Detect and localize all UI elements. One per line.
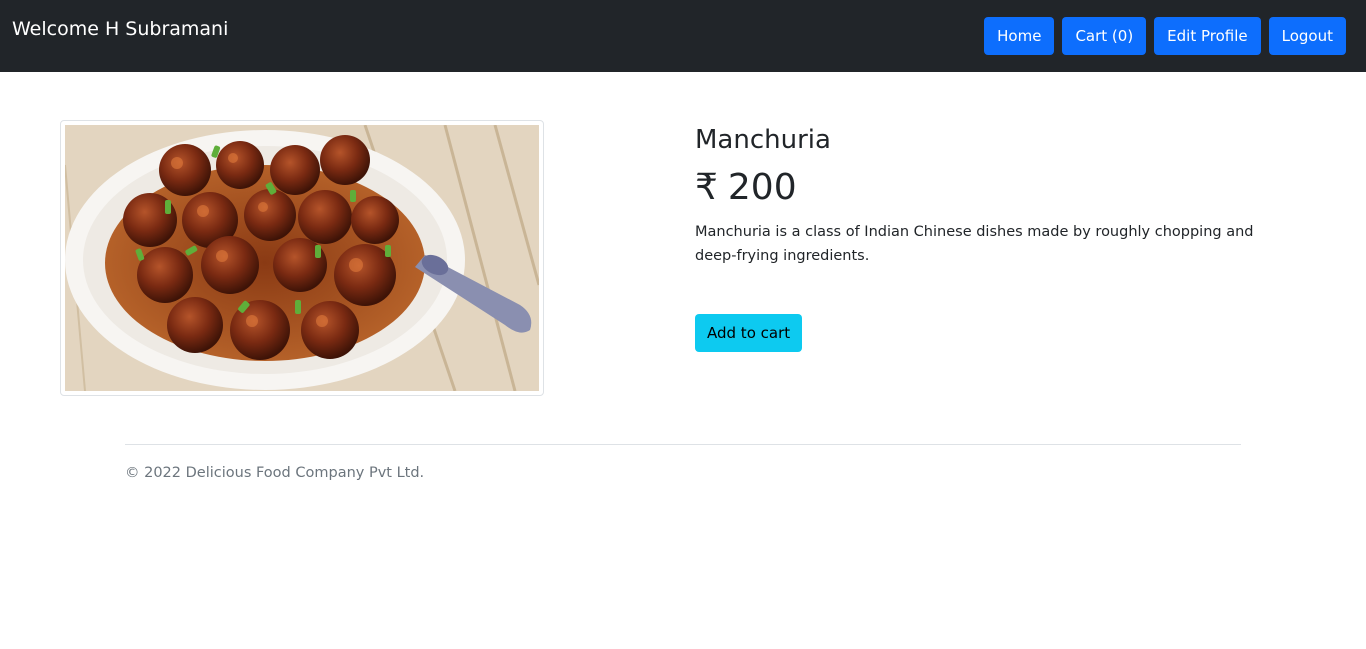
product-price: ₹ 200 [695,164,1295,212]
welcome-brand[interactable]: Welcome H Subramani [12,17,228,41]
product-description: Manchuria is a class of Indian Chinese d… [695,224,1254,264]
edit-profile-button[interactable]: Edit Profile [1154,17,1261,55]
cart-button[interactable]: Cart (0) [1062,17,1147,55]
nav-buttons: Home Cart (0) Edit Profile Logout [984,17,1346,55]
product-image [60,120,544,396]
rupee-icon: ₹ [695,167,718,208]
footer-copyright: © 2022 Delicious Food Company Pvt Ltd. [125,465,425,481]
logout-button[interactable]: Logout [1268,17,1346,55]
manchuria-dish-image [65,125,539,391]
footer-divider [125,444,1241,445]
home-button[interactable]: Home [984,17,1055,55]
top-navbar: Welcome H Subramani Home Cart (0) Edit P… [0,0,1366,72]
product-name: Manchuria [695,125,831,155]
product-details: Manchuria ₹ 200 Manchuria is a class of … [695,120,1295,352]
add-to-cart-button[interactable]: Add to cart [695,314,803,352]
price-value: 200 [727,167,797,208]
